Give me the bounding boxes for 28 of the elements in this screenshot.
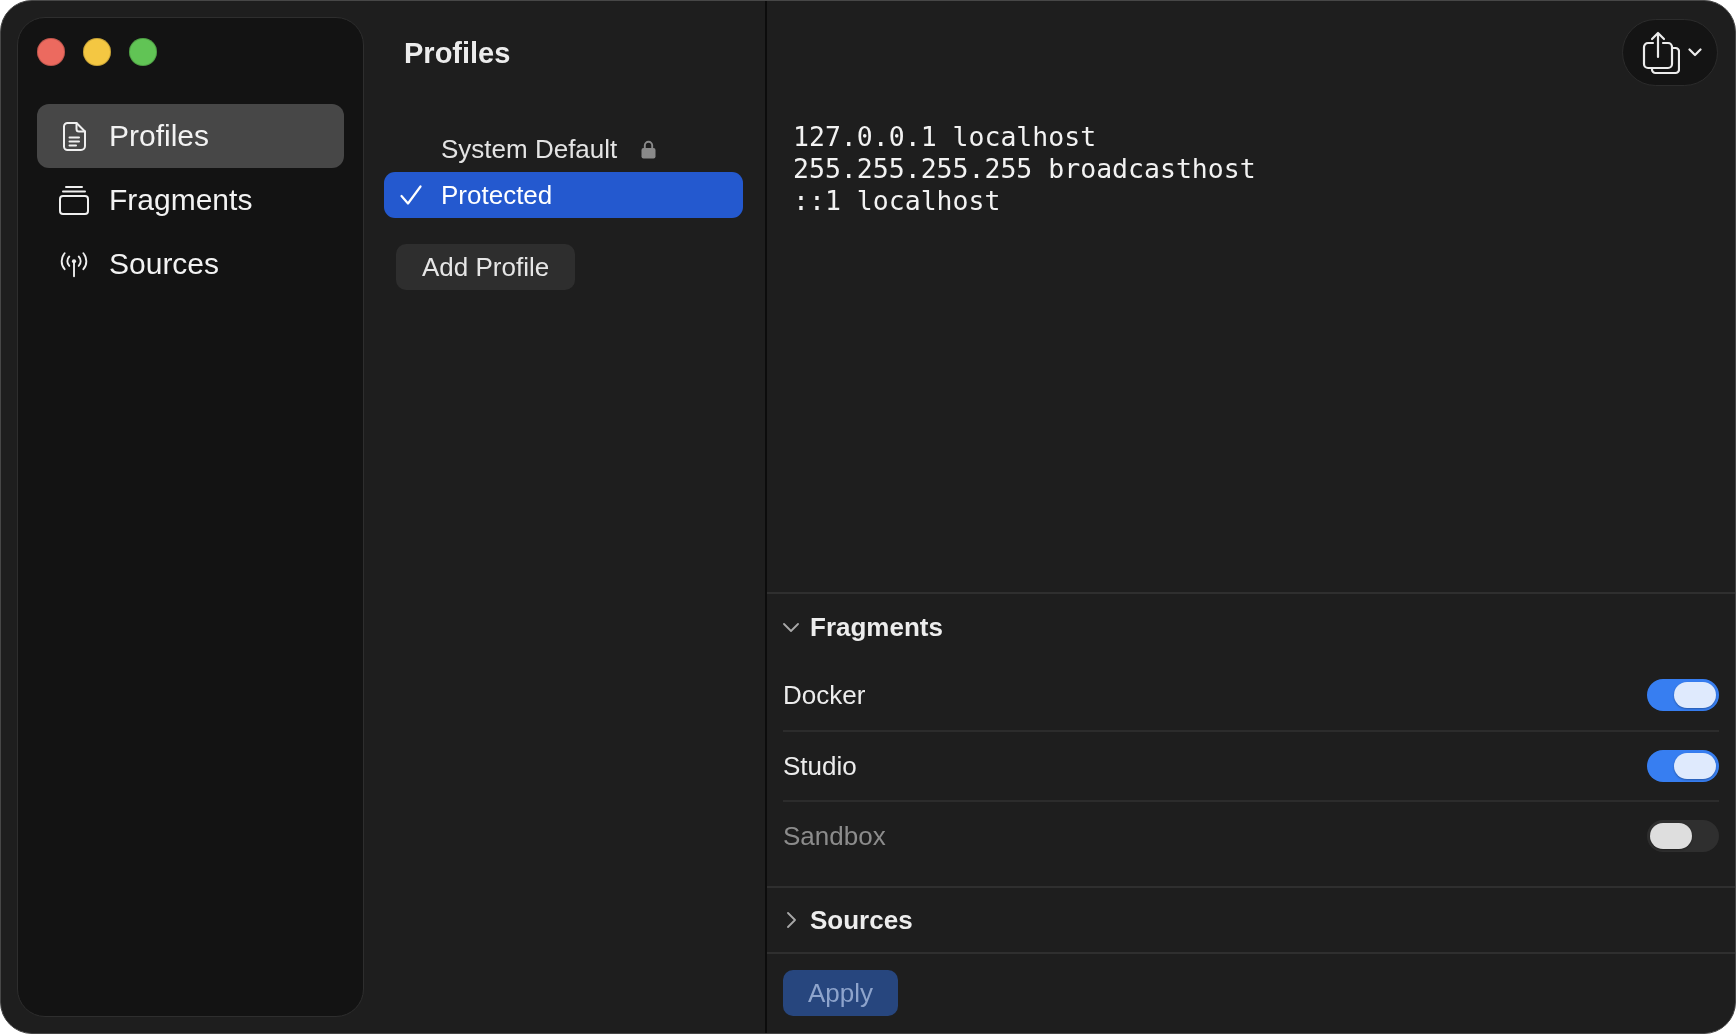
- fragment-label: Sandbox: [783, 820, 886, 852]
- profile-item[interactable]: System Default: [384, 126, 743, 172]
- sidebar-item[interactable]: Sources: [37, 232, 344, 296]
- chevron-down-icon: [1688, 48, 1702, 57]
- antenna-icon: [59, 250, 89, 278]
- toggle-switch[interactable]: [1647, 679, 1719, 711]
- sidebar-item[interactable]: Profiles: [37, 104, 344, 168]
- checkmark-icon: [400, 185, 422, 205]
- minimize-button[interactable]: [83, 38, 111, 66]
- text-editor[interactable]: 127.0.0.1 localhost 255.255.255.255 broadcasthost ::1 localhost: [767, 105, 1735, 592]
- code-line: ::1 localhost: [793, 185, 1001, 217]
- document-icon: [62, 121, 86, 151]
- code-line: 127.0.0.1 localhost: [793, 121, 1097, 153]
- stack-icon: [59, 185, 89, 215]
- share-icon: [1642, 30, 1680, 75]
- code-line: 255.255.255.255 broadcasthost: [793, 153, 1256, 185]
- fragment-label: Studio: [783, 750, 857, 782]
- section-header[interactable]: Sources: [783, 904, 913, 936]
- column-title: Profiles: [404, 36, 511, 71]
- close-button[interactable]: [37, 38, 65, 66]
- add-profile-button[interactable]: Add Profile: [396, 244, 576, 290]
- toggle-switch[interactable]: [1647, 750, 1719, 782]
- toggle-switch[interactable]: [1647, 820, 1719, 852]
- zoom-button[interactable]: [129, 38, 157, 66]
- fragment-label: Docker: [783, 679, 866, 711]
- sidebar-item[interactable]: Fragments: [37, 168, 344, 232]
- section-header[interactable]: Fragments: [783, 611, 943, 643]
- profile-item[interactable]: Protected: [384, 172, 743, 218]
